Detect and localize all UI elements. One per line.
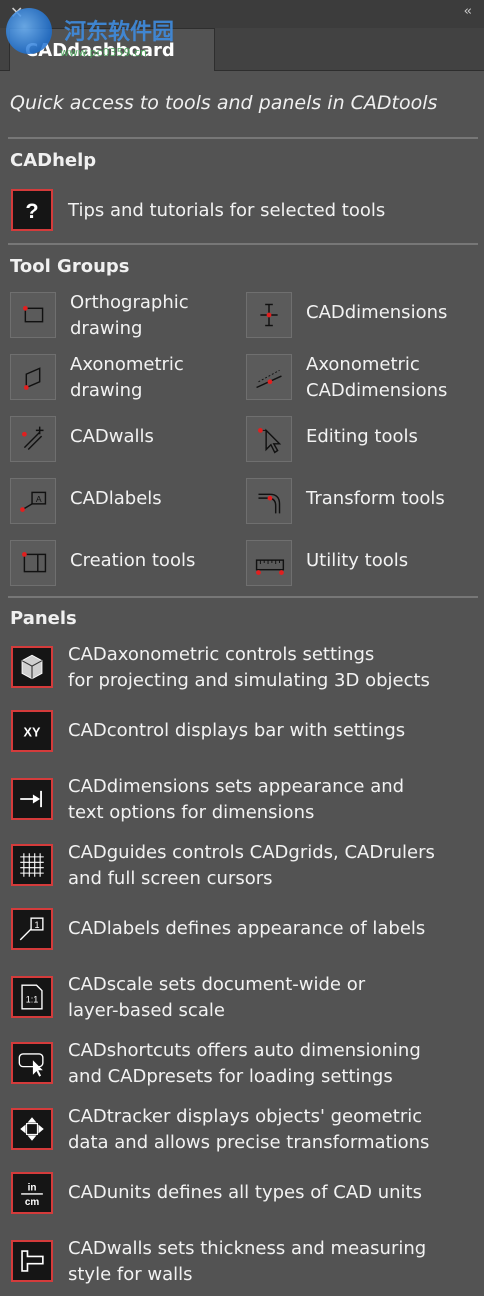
creation-tools-icon: [10, 540, 56, 586]
scale-icon: 1:1: [11, 976, 53, 1018]
panel-label: CADscale sets document-wide or: [68, 974, 366, 995]
panel-row-cadaxonometric[interactable]: CADaxonometric controls settings for pro…: [0, 642, 484, 694]
tracker-icon: [11, 1108, 53, 1150]
tool-group-utility[interactable]: Utility tools: [236, 538, 484, 588]
panel-label: CADguides controls CADgrids, CADrulers: [68, 842, 435, 863]
panel-label: CADunits defines all types of CAD units: [68, 1182, 422, 1203]
panel-row-cadunits[interactable]: in cm CADunits defines all types of CAD u…: [0, 1170, 484, 1216]
section-title-tool-groups: Tool Groups: [10, 256, 130, 277]
tool-group-label: drawing: [70, 380, 143, 401]
tool-group-label: drawing: [70, 318, 143, 339]
svg-text:?: ?: [25, 198, 38, 223]
help-row[interactable]: ? Tips and tutorials for selected tools: [0, 189, 484, 233]
panel-label: CADshortcuts offers auto dimensioning: [68, 1040, 421, 1061]
orthographic-drawing-icon: [10, 292, 56, 338]
panel-label: style for walls: [68, 1264, 193, 1285]
page-subtitle: Quick access to tools and panels in CADt…: [10, 92, 438, 114]
axonometric-caddimensions-icon: [246, 354, 292, 400]
tool-group-label: Axonometric: [306, 354, 420, 375]
cube-icon: [11, 646, 53, 688]
svg-text:A: A: [36, 494, 42, 504]
panel-label: and CADpresets for loading settings: [68, 1066, 393, 1087]
panel-row-cadlabels[interactable]: 1 CADlabels defines appearance of labels: [0, 906, 484, 952]
tool-group-label: Axonometric: [70, 354, 184, 375]
panel-label: CADtracker displays objects' geometric: [68, 1106, 423, 1127]
panel-label: CADaxonometric controls settings: [68, 644, 375, 665]
shortcuts-icon: [11, 1042, 53, 1084]
divider: [8, 137, 478, 139]
tool-group-label: CADdimensions: [306, 302, 448, 323]
dimension-arrow-icon: [11, 778, 53, 820]
tool-group-label: Utility tools: [306, 550, 409, 571]
scale-icon-text: 1:1: [26, 994, 39, 1004]
panel-row-cadshortcuts[interactable]: CADshortcuts offers auto dimensioning an…: [0, 1038, 484, 1090]
tool-group-axonometric-caddimensions[interactable]: Axonometric CADdimensions: [236, 352, 484, 402]
tool-group-label: Orthographic: [70, 292, 189, 313]
panel-label: and full screen cursors: [68, 868, 273, 889]
tool-group-label: Creation tools: [70, 550, 196, 571]
help-icon: ?: [11, 189, 53, 231]
watermark-text: 河东软件园: [64, 19, 175, 45]
section-title-panels: Panels: [10, 608, 77, 629]
label-icon-text: 1: [34, 920, 39, 930]
transform-tools-icon: [246, 478, 292, 524]
panel-row-caddimensions[interactable]: CADdimensions sets appearance and text o…: [0, 774, 484, 826]
caddimensions-icon: [246, 292, 292, 338]
panel-label: CADdimensions sets appearance and: [68, 776, 405, 797]
help-label: Tips and tutorials for selected tools: [68, 200, 386, 221]
tool-group-caddimensions[interactable]: CADdimensions: [236, 290, 484, 340]
panel-label: for projecting and simulating 3D objects: [68, 670, 430, 691]
panel-row-cadwalls[interactable]: CADwalls sets thickness and measuring st…: [0, 1236, 484, 1288]
tool-group-label: CADlabels: [70, 488, 162, 509]
units-icon-top: in: [28, 1182, 37, 1193]
grid-icon: [11, 844, 53, 886]
section-title-cadhelp: CADhelp: [10, 150, 97, 171]
tool-group-label: CADdimensions: [306, 380, 448, 401]
utility-tools-icon: [246, 540, 292, 586]
panel-row-cadtracker[interactable]: CADtracker displays objects' geometric d…: [0, 1104, 484, 1156]
watermark-logo-icon: [6, 8, 52, 54]
panel-label: data and allows precise transformations: [68, 1132, 430, 1153]
units-icon: in cm: [11, 1172, 53, 1214]
panel-row-cadguides[interactable]: CADguides controls CADgrids, CADrulers a…: [0, 840, 484, 892]
editing-tools-icon: [246, 416, 292, 462]
tool-group-editing[interactable]: Editing tools: [236, 414, 484, 464]
panel-label: layer-based scale: [68, 1000, 225, 1021]
panel-label: text options for dimensions: [68, 802, 315, 823]
panel-row-cadcontrol[interactable]: XY CADcontrol displays bar with settings: [0, 708, 484, 754]
cadlabels-icon: A: [10, 478, 56, 524]
tool-group-label: CADwalls: [70, 426, 154, 447]
xy-icon: XY: [11, 710, 53, 752]
panel-label: CADwalls sets thickness and measuring: [68, 1238, 427, 1259]
units-icon-bottom: cm: [25, 1197, 40, 1208]
tool-group-label: Editing tools: [306, 426, 418, 447]
tool-group-label: Transform tools: [306, 488, 445, 509]
collapse-panel-icon[interactable]: ‹‹: [464, 4, 473, 19]
panel-label: CADlabels defines appearance of labels: [68, 918, 426, 939]
label-icon: 1: [11, 908, 53, 950]
cadwalls-icon: [10, 416, 56, 462]
divider: [8, 596, 478, 598]
panel-label: CADcontrol displays bar with settings: [68, 720, 406, 741]
xy-icon-text: XY: [24, 725, 41, 739]
tool-group-transform[interactable]: Transform tools: [236, 476, 484, 526]
axonometric-drawing-icon: [10, 354, 56, 400]
wall-icon: [11, 1240, 53, 1282]
panel-row-cadscale[interactable]: 1:1 CADscale sets document-wide or layer…: [0, 972, 484, 1024]
watermark-url: www.pc0359.cn: [60, 46, 148, 59]
divider: [8, 243, 478, 245]
